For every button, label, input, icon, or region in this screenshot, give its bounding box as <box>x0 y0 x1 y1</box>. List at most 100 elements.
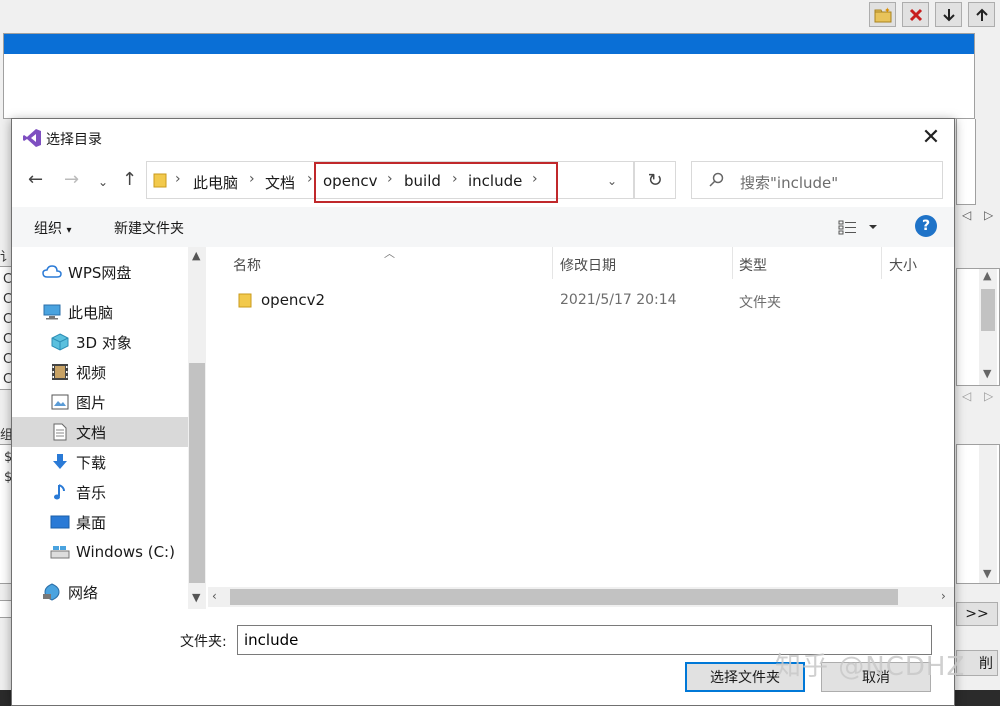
view-options-icon[interactable] <box>838 219 878 239</box>
cloud-icon <box>42 262 62 282</box>
scroll-left-icon[interactable]: ‹ <box>212 589 217 603</box>
column-size[interactable]: 大小 <box>889 255 917 275</box>
visual-studio-icon <box>22 128 42 152</box>
help-label: ? <box>921 218 931 234</box>
forward-arrow-icon[interactable]: → <box>64 169 79 190</box>
nav-scroll-thumb[interactable] <box>189 363 205 583</box>
breadcrumb-this-pc[interactable]: 此电脑 <box>193 172 238 193</box>
nav-label: Windows (C:) <box>76 543 175 561</box>
breadcrumb-documents[interactable]: 文档 <box>265 172 295 193</box>
nav-item-pictures[interactable]: 图片 <box>12 387 188 417</box>
nav-label: 音乐 <box>76 483 107 502</box>
column-modified[interactable]: 修改日期 <box>560 255 616 275</box>
picture-icon <box>50 392 70 412</box>
chevron-right-icon: › <box>175 171 181 187</box>
move-down-icon[interactable] <box>935 2 962 27</box>
scroll-up-icon[interactable]: ▲ <box>192 249 200 262</box>
folder-icon <box>238 292 252 312</box>
new-folder-button[interactable]: 新建文件夹 <box>114 218 184 238</box>
scroll-right-icon[interactable]: › <box>941 589 946 603</box>
move-up-icon[interactable] <box>968 2 995 27</box>
nav-scrollbar[interactable]: ▲ ▼ <box>188 247 206 609</box>
scroll-down-icon[interactable]: ▼ <box>192 591 200 604</box>
nav-item-network[interactable]: 网络 <box>12 577 188 607</box>
chevron-right-icon: › <box>249 171 255 187</box>
file-type: 文件夹 <box>739 295 781 311</box>
nav-item-videos[interactable]: 视频 <box>12 357 188 387</box>
file-name: opencv2 <box>261 291 326 309</box>
annotation-highlight-box <box>314 162 558 203</box>
nav-label: 此电脑 <box>68 303 114 322</box>
command-bar: 组织 ▾ 新建文件夹 <box>12 207 954 247</box>
partial-button-label: 削 <box>979 656 993 672</box>
nav-item-this-pc[interactable]: 此电脑 <box>12 297 188 327</box>
organize-label: 组织 <box>34 221 62 237</box>
document-icon <box>50 422 70 442</box>
background-list[interactable] <box>3 33 975 119</box>
background-scrollbar-2[interactable]: ◁ ▷ <box>956 386 1000 408</box>
help-icon[interactable]: ? <box>915 215 937 237</box>
sort-caret-icon: ︿ <box>384 247 395 260</box>
horizontal-scrollbar[interactable]: ‹ › <box>208 587 954 607</box>
background-panel-3: ▼ <box>956 444 1000 584</box>
watermark: 知乎 @NCDHZ <box>775 652 966 682</box>
navigation-pane[interactable]: WPS网盘 此电脑 3D 对象 视频 图片 文档 下载 音乐 桌面 Window… <box>12 247 208 609</box>
new-folder-icon[interactable]: ✦ <box>869 2 896 27</box>
select-folder-dialog: 选择目录 ✕ ← → ⌄ ↑ › 此电脑 › 文档 › opencv › bui… <box>11 118 955 706</box>
nav-label: 3D 对象 <box>76 333 132 352</box>
organize-menu[interactable]: 组织 ▾ <box>34 218 71 238</box>
background-more-button[interactable]: >> <box>956 602 998 626</box>
back-arrow-icon[interactable]: ← <box>28 169 43 190</box>
nav-item-desktop[interactable]: 桌面 <box>12 507 188 537</box>
column-name[interactable]: 名称 <box>233 255 261 275</box>
background-panel-2: ▲ ▼ <box>956 268 1000 386</box>
nav-item-drive-c[interactable]: Windows (C:) <box>12 537 188 567</box>
column-type[interactable]: 类型 <box>739 255 767 275</box>
selected-row[interactable] <box>4 34 974 54</box>
recent-locations-icon[interactable]: ⌄ <box>98 175 108 189</box>
up-arrow-icon[interactable]: ↑ <box>122 169 137 190</box>
cube-icon <box>50 332 70 352</box>
chevron-down-icon[interactable]: ⌄ <box>607 174 617 188</box>
chevron-right-icon: › <box>307 171 313 187</box>
more-button-label: >> <box>965 606 989 622</box>
nav-item-music[interactable]: 音乐 <box>12 477 188 507</box>
nav-item-documents[interactable]: 文档 <box>12 417 188 447</box>
download-icon <box>50 452 70 472</box>
nav-label: WPS网盘 <box>68 263 132 282</box>
horizontal-scroll-thumb[interactable] <box>230 589 898 605</box>
column-divider[interactable] <box>732 247 733 279</box>
title-bar[interactable]: 选择目录 ✕ <box>12 119 954 157</box>
nav-item-3d-objects[interactable]: 3D 对象 <box>12 327 188 357</box>
search-placeholder[interactable]: 搜索"include" <box>740 172 838 193</box>
file-list[interactable]: ︿ 名称 修改日期 类型 大小 opencv2 2021/5/17 20:14 … <box>208 247 954 609</box>
svg-text:✦: ✦ <box>884 7 891 15</box>
background-list-tail <box>956 119 976 205</box>
folder-label: 文件夹: <box>180 634 227 650</box>
drive-icon <box>50 542 70 562</box>
search-icon <box>708 172 724 192</box>
file-modified: 2021/5/17 20:14 <box>560 292 677 308</box>
table-row[interactable]: opencv2 2021/5/17 20:14 文件夹 <box>208 285 954 315</box>
column-divider[interactable] <box>552 247 553 279</box>
desktop-icon <box>50 512 70 532</box>
nav-item-wps-drive[interactable]: WPS网盘 <box>12 257 188 287</box>
music-icon <box>50 482 70 502</box>
dialog-title: 选择目录 <box>46 132 102 148</box>
column-divider[interactable] <box>881 247 882 279</box>
background-scrollbar[interactable]: ◁ ▷ <box>956 205 1000 229</box>
folder-icon <box>153 172 167 192</box>
close-icon[interactable]: ✕ <box>908 119 954 155</box>
nav-label: 下载 <box>76 453 107 472</box>
network-icon <box>42 582 62 602</box>
nav-label: 文档 <box>76 423 107 442</box>
nav-label: 视频 <box>76 363 107 382</box>
refresh-icon[interactable]: ↻ <box>634 161 676 199</box>
film-icon <box>50 362 70 382</box>
nav-label: 网络 <box>68 583 99 602</box>
nav-item-downloads[interactable]: 下载 <box>12 447 188 477</box>
nav-label: 桌面 <box>76 513 107 532</box>
computer-icon <box>42 302 62 322</box>
delete-icon[interactable] <box>902 2 929 27</box>
search-box[interactable]: 搜索"include" <box>691 161 943 199</box>
